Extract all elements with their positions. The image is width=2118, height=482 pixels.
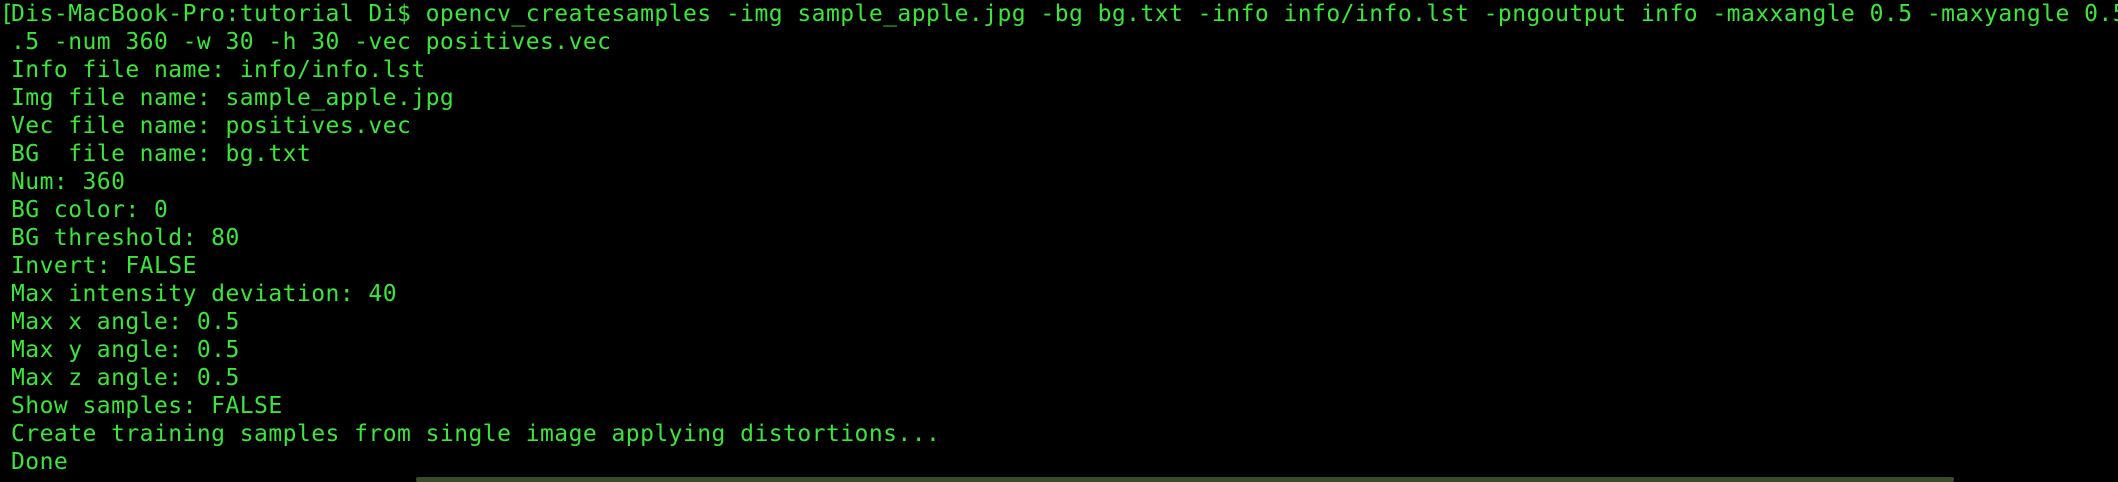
output-line-max-x-angle: Max x angle: 0.5 (11, 309, 240, 335)
output-line-show-samples: Show samples: FALSE (11, 393, 283, 419)
output-line-done: Done (11, 449, 69, 475)
terminal-window[interactable]: [ Dis-MacBook-Pro:tutorial Di$ opencv_cr… (0, 0, 2118, 482)
output-line-create-samples: Create training samples from single imag… (11, 421, 941, 447)
command-text: opencv_createsamples -img sample_apple.j… (425, 1, 2118, 27)
output-line-num: Num: 360 (11, 169, 126, 195)
output-line-bg-color: BG color: 0 (11, 197, 169, 223)
output-line-max-z-angle: Max z angle: 0.5 (11, 365, 240, 391)
output-line-max-y-angle: Max y angle: 0.5 (11, 337, 240, 363)
output-line-vec-file: Vec file name: positives.vec (11, 113, 412, 139)
shell-prompt: Dis-MacBook-Pro:tutorial Di$ (11, 1, 426, 27)
output-line-invert: Invert: FALSE (11, 253, 197, 279)
command-line-2: .5 -num 360 -w 30 -h 30 -vec positives.v… (11, 29, 612, 55)
output-line-info-file: Info file name: info/info.lst (11, 57, 426, 83)
output-line-bg-threshold: BG threshold: 80 (11, 225, 240, 251)
horizontal-scrollbar[interactable] (416, 477, 1954, 482)
output-line-bg-file: BG file name: bg.txt (11, 141, 312, 167)
output-line-max-intensity: Max intensity deviation: 40 (11, 281, 398, 307)
command-line-1: Dis-MacBook-Pro:tutorial Di$ opencv_crea… (11, 0, 2118, 28)
output-line-img-file: Img file name: sample_apple.jpg (11, 85, 455, 111)
